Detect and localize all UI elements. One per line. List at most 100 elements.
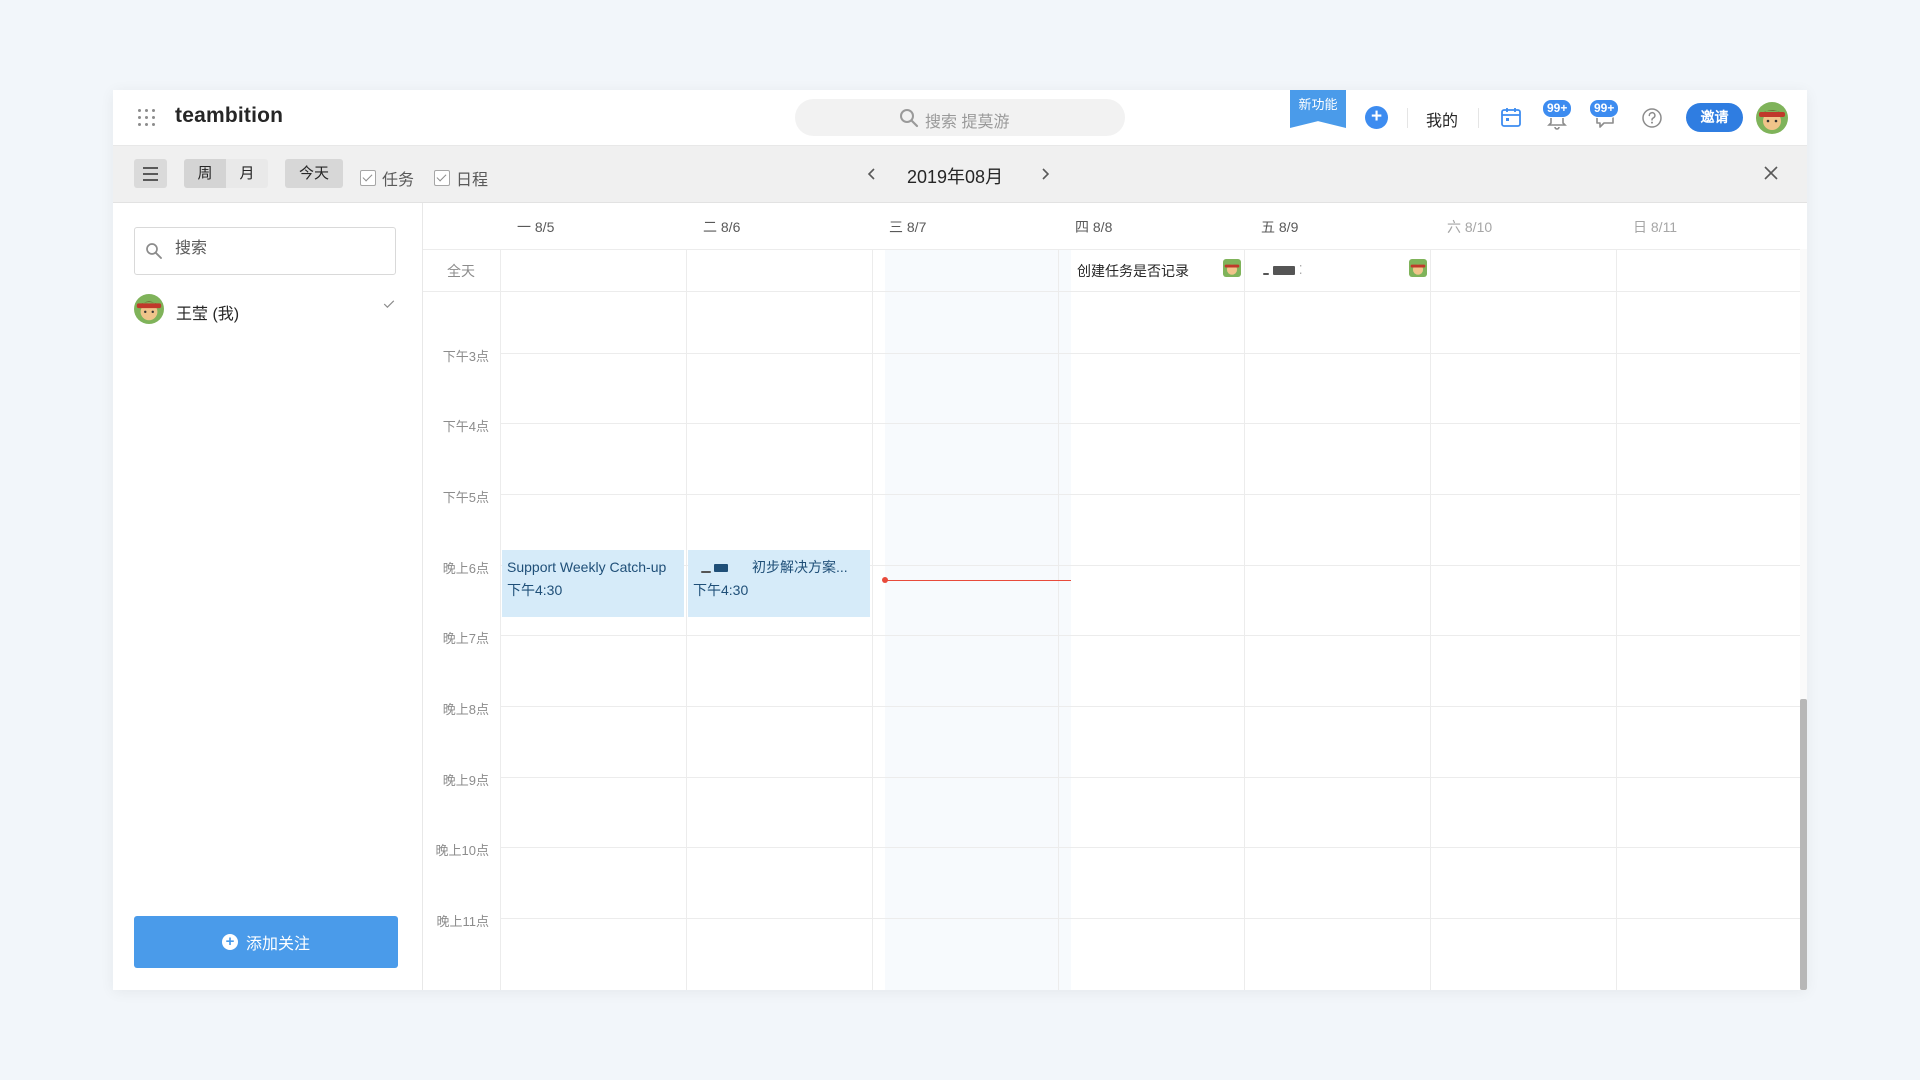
event-time: 下午4:30 xyxy=(693,582,749,598)
close-icon[interactable] xyxy=(1763,165,1779,181)
day-header: 六 8/10 xyxy=(1447,219,1493,235)
calendar-event[interactable]: 初步解决方案... 下午4:30 xyxy=(688,550,870,617)
grid-line xyxy=(686,249,687,990)
grid-line xyxy=(1058,249,1059,990)
global-search-placeholder: 搜索 提莫游 xyxy=(925,114,1010,131)
search-icon xyxy=(900,109,919,128)
topbar-divider xyxy=(1478,108,1479,128)
avatar xyxy=(1223,259,1241,277)
grid-line xyxy=(500,249,501,990)
redacted-text xyxy=(1272,265,1295,275)
filter-schedule-checkbox[interactable]: 日程 xyxy=(434,166,488,190)
global-search[interactable]: 搜索 提莫游 xyxy=(795,99,1125,136)
top-bar: teambition 搜索 提莫游 新功能 + 我的 99+ 99+ 邀请 xyxy=(113,90,1807,146)
grid-line xyxy=(500,635,1800,636)
day-header: 四 8/8 xyxy=(1075,219,1113,235)
avatar xyxy=(1409,259,1427,277)
hour-label: 晚上8点 xyxy=(442,702,489,717)
grid-line xyxy=(500,706,1800,707)
grid-line xyxy=(423,291,1800,292)
menu-toggle-button[interactable] xyxy=(134,159,167,188)
add-follow-label: 添加关注 xyxy=(245,936,310,953)
grid-line xyxy=(500,494,1800,495)
app-window: teambition 搜索 提莫游 新功能 + 我的 99+ 99+ 邀请 周 … xyxy=(113,90,1807,990)
allday-event[interactable]: ⁚ xyxy=(1263,261,1303,277)
member-search[interactable] xyxy=(134,227,396,275)
prev-month-icon[interactable] xyxy=(866,167,878,181)
quick-add-button[interactable]: + xyxy=(1365,106,1388,129)
redacted-text xyxy=(714,564,728,573)
today-button[interactable]: 今天 xyxy=(285,159,343,188)
grid-line xyxy=(500,847,1800,848)
checkbox-icon xyxy=(434,170,450,186)
hour-label: 下午3点 xyxy=(442,349,489,364)
help-icon[interactable] xyxy=(1641,107,1663,129)
week-calendar: 一 8/5 二 8/6 三 8/7 四 8/8 五 8/9 六 8/10 日 8… xyxy=(423,203,1807,990)
allday-event[interactable]: 创建任务是否记录 xyxy=(1077,261,1189,281)
avatar xyxy=(134,294,164,324)
menu-icon xyxy=(143,166,158,169)
plus-circle-icon: + xyxy=(221,934,238,950)
grid-line xyxy=(1616,249,1617,990)
messages-badge: 99+ xyxy=(1589,99,1620,118)
today-column-highlight xyxy=(885,249,1071,990)
hour-label: 晚上10点 xyxy=(435,843,489,858)
day-header: 二 8/6 xyxy=(703,219,741,235)
event-title: 初步解决方案... xyxy=(752,559,848,575)
view-week-tab[interactable]: 周 xyxy=(184,159,226,188)
hour-label: 下午4点 xyxy=(442,419,489,434)
redacted-text xyxy=(1263,273,1269,276)
event-time: 下午4:30 xyxy=(507,582,563,598)
add-follow-button[interactable]: + 添加关注 xyxy=(134,916,398,968)
filter-tasks-label: 任务 xyxy=(382,172,415,189)
user-avatar[interactable] xyxy=(1756,102,1788,134)
hour-label: 晚上7点 xyxy=(442,631,489,646)
brand-logo[interactable]: teambition xyxy=(175,104,283,128)
calendar-toolbar: 周 月 今天 任务 日程 2019年08月 xyxy=(113,146,1807,203)
grid-line xyxy=(500,918,1800,919)
view-switcher: 周 月 xyxy=(184,159,268,188)
redacted-text xyxy=(701,571,711,574)
month-title: 2019年08月 xyxy=(907,167,1004,187)
invite-button[interactable]: 邀请 xyxy=(1686,103,1743,132)
apps-grid-icon[interactable] xyxy=(138,109,155,126)
new-feature-ribbon[interactable]: 新功能 xyxy=(1290,90,1346,128)
grid-line xyxy=(1430,249,1431,990)
view-month-tab[interactable]: 月 xyxy=(226,159,268,188)
grid-line xyxy=(500,777,1800,778)
hour-label: 下午5点 xyxy=(442,490,489,505)
checkbox-icon xyxy=(360,170,376,186)
hour-label: 晚上9点 xyxy=(442,773,489,788)
member-name: 王莹 (我) xyxy=(176,306,240,323)
grid-line xyxy=(500,353,1800,354)
calendar-icon[interactable] xyxy=(1500,106,1522,128)
scrollbar-thumb[interactable] xyxy=(1800,699,1807,990)
day-header: 一 8/5 xyxy=(517,219,555,235)
grid-line xyxy=(1244,249,1245,990)
current-time-line xyxy=(885,580,1071,581)
filter-tasks-checkbox[interactable]: 任务 xyxy=(360,166,414,190)
day-header: 日 8/11 xyxy=(1633,219,1678,235)
calendar-event[interactable]: Support Weekly Catch-up 下午4:30 xyxy=(502,550,684,617)
day-header: 五 8/9 xyxy=(1261,219,1299,235)
notifications-badge: 99+ xyxy=(1542,99,1573,118)
allday-label: 全天 xyxy=(447,263,475,279)
day-header: 三 8/7 xyxy=(889,219,927,235)
calendar-scrollbar[interactable] xyxy=(1800,249,1807,990)
grid-line xyxy=(423,249,1800,250)
hour-label: 晚上6点 xyxy=(442,561,489,576)
event-title: Support Weekly Catch-up xyxy=(507,559,667,575)
sidebar: 王莹 (我) + 添加关注 xyxy=(113,203,423,990)
member-item[interactable]: 王莹 (我) xyxy=(134,294,402,326)
filter-schedule-label: 日程 xyxy=(456,172,489,189)
member-search-input[interactable] xyxy=(173,239,377,259)
grid-line xyxy=(500,423,1800,424)
search-icon xyxy=(146,243,162,259)
next-month-icon[interactable] xyxy=(1039,167,1051,181)
grid-line xyxy=(872,249,873,990)
topbar-divider xyxy=(1407,108,1408,128)
hour-label: 晚上11点 xyxy=(436,914,490,929)
mine-link[interactable]: 我的 xyxy=(1426,107,1458,131)
redacted-text: ⁚ xyxy=(1298,263,1303,277)
check-icon xyxy=(383,300,395,308)
